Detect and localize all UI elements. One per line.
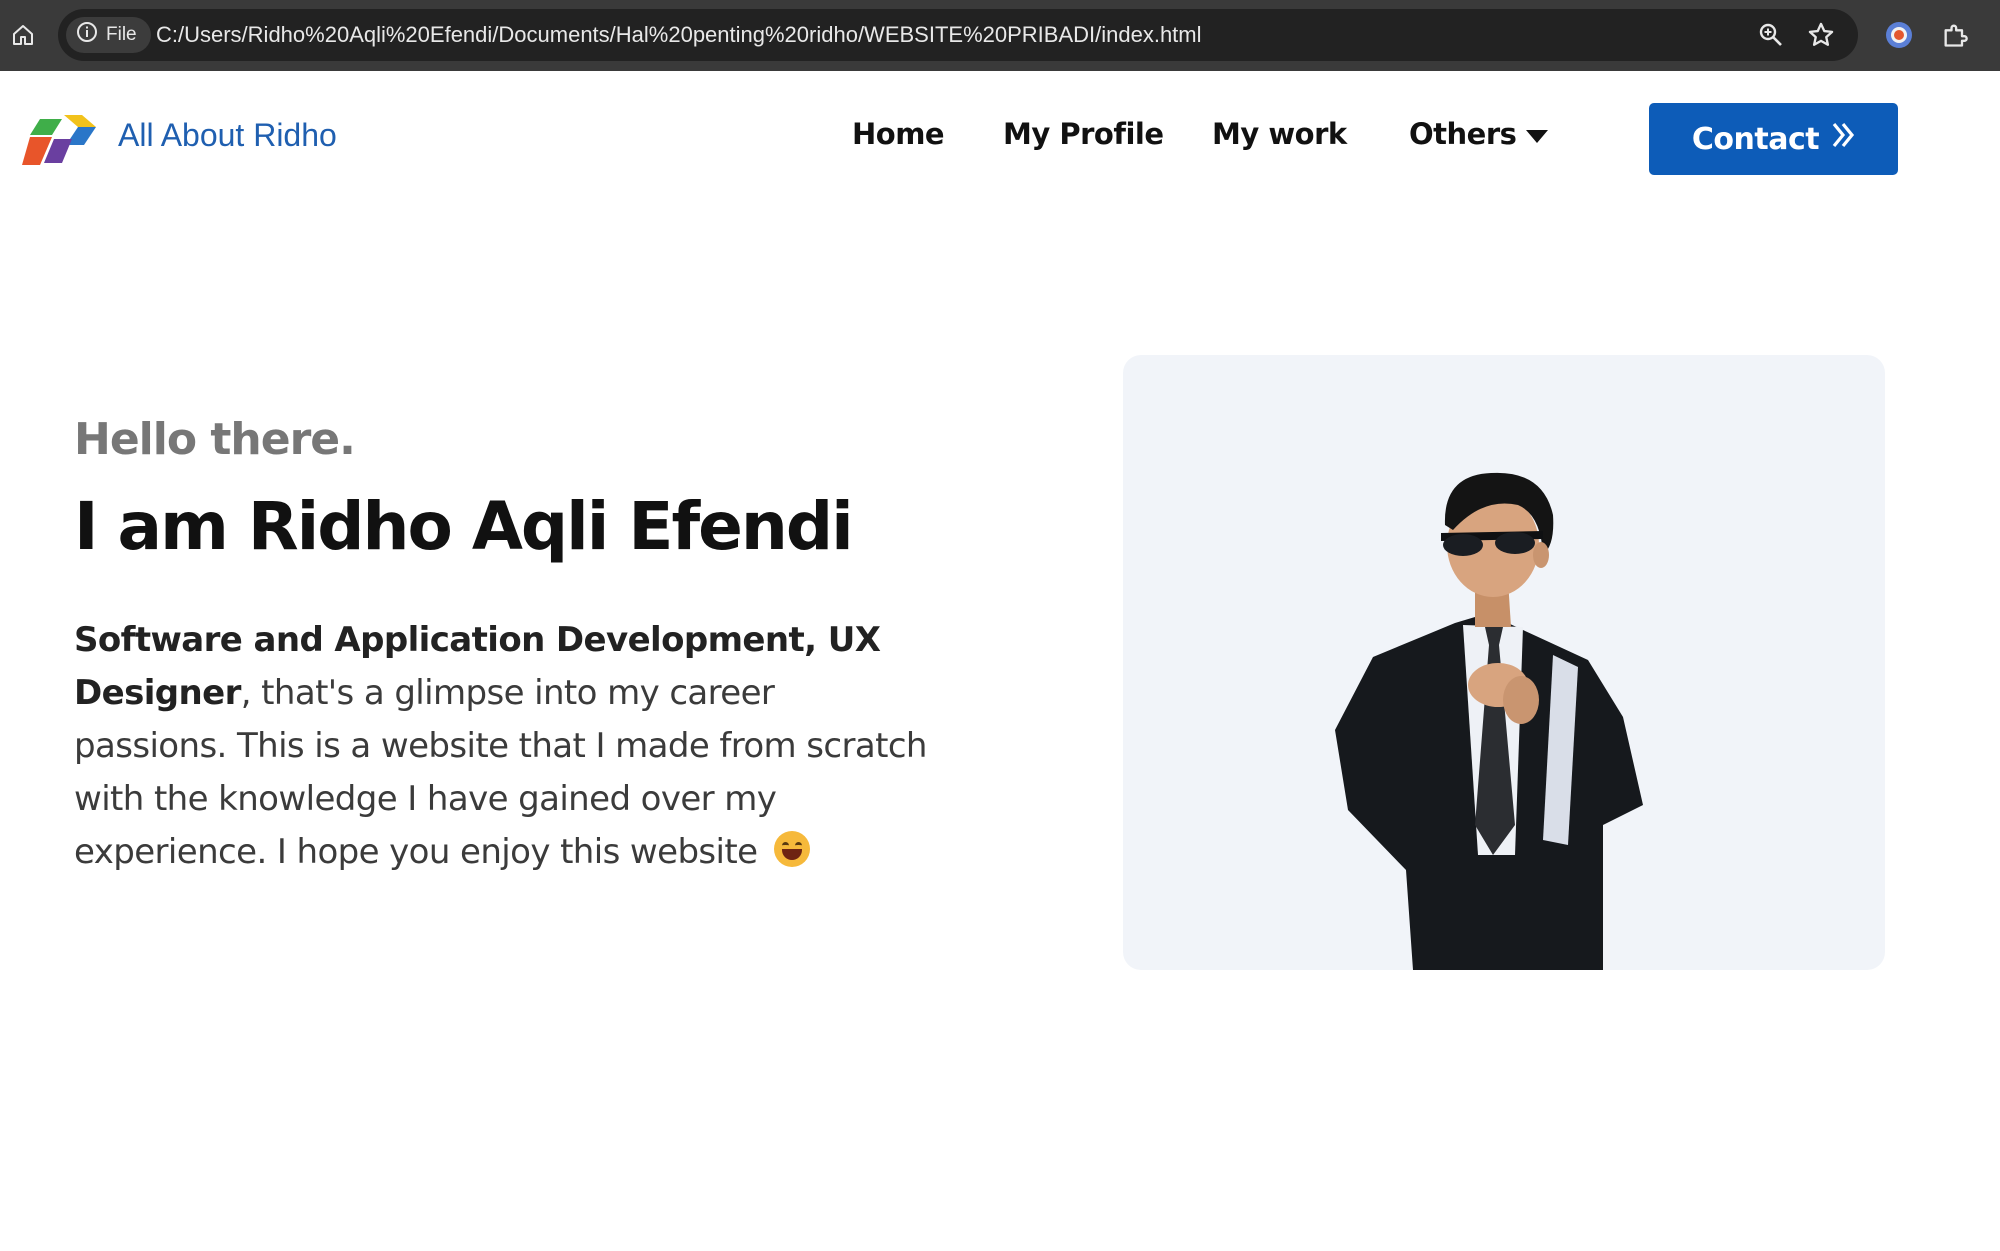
info-icon [76, 21, 98, 49]
grinning-face-emoji-icon [773, 831, 810, 867]
portrait-photo [1335, 472, 1643, 970]
nav-my-work[interactable]: My work [1212, 117, 1347, 151]
double-chevron-right-icon [1831, 121, 1855, 157]
nav-others-label: Others [1409, 117, 1517, 151]
hero-name-heading: I am Ridho Aqli Efendi [74, 488, 854, 565]
address-bar[interactable]: File C:/Users/Ridho%20Aqli%20Efendi/Docu… [58, 9, 1858, 61]
contact-button-label: Contact [1691, 121, 1820, 157]
profile-icon[interactable] [1882, 18, 1916, 52]
home-icon[interactable] [8, 20, 38, 50]
hero-greeting: Hello there. [74, 414, 356, 465]
hero-description: Software and Application Development, UX… [74, 614, 934, 879]
site-info-chip[interactable]: File [66, 17, 151, 53]
contact-button[interactable]: Contact [1649, 103, 1898, 175]
site-chip-label: File [106, 24, 137, 45]
site-navbar: All About Ridho Home My Profile My work … [0, 71, 2000, 211]
extensions-icon[interactable] [1938, 18, 1972, 52]
nav-others-dropdown[interactable]: Others [1409, 117, 1549, 151]
nav-home[interactable]: Home [852, 117, 945, 151]
portrait-photo-card [1123, 355, 1885, 970]
caret-down-icon [1526, 117, 1549, 151]
browser-toolbar: File C:/Users/Ridho%20Aqli%20Efendi/Docu… [0, 0, 2000, 71]
brand-logo-icon[interactable] [22, 113, 96, 165]
url-text[interactable]: C:/Users/Ridho%20Aqli%20Efendi/Documents… [156, 9, 1202, 61]
star-icon[interactable] [1804, 18, 1838, 52]
brand-name[interactable]: All About Ridho [118, 117, 337, 154]
nav-my-profile[interactable]: My Profile [1003, 117, 1164, 151]
zoom-icon[interactable] [1754, 18, 1788, 52]
